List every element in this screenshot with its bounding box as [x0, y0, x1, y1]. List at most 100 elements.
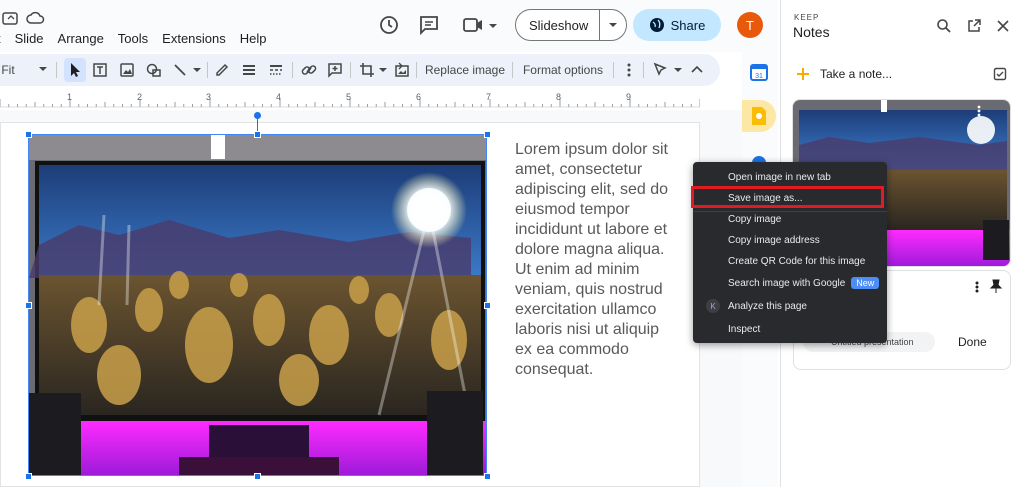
menu-bar: t Slide Arrange Tools Extensions Help	[0, 31, 281, 46]
menu-item-copy-image[interactable]: Copy image	[693, 209, 887, 229]
slide-body-text[interactable]: Lorem ipsum dolor sit amet, consectetur …	[515, 140, 680, 380]
desert-tv-image	[29, 135, 486, 475]
calendar-icon[interactable]: 31	[749, 62, 769, 82]
menu-item-create-qr[interactable]: Create QR Code for this image	[693, 251, 887, 271]
video-call-icon[interactable]	[462, 15, 502, 35]
chevron-up-icon[interactable]	[690, 63, 704, 77]
menu-item-slide[interactable]: Slide	[15, 31, 44, 46]
plus-icon	[797, 68, 809, 80]
resize-handle-e[interactable]	[484, 302, 491, 309]
ruler-label: 4	[276, 92, 282, 102]
toolbar-divider	[350, 62, 351, 78]
more-vert-icon[interactable]	[972, 280, 982, 294]
ruler-label: 8	[556, 92, 562, 102]
ruler-label: 7	[486, 92, 492, 102]
menu-item-analyze-page[interactable]: Analyze this page	[693, 296, 887, 316]
ruler-label: 1	[67, 92, 73, 102]
menu-item-tools[interactable]: Tools	[118, 31, 148, 46]
menu-item-search-google[interactable]: Search image with Google New	[693, 273, 887, 293]
reset-image-icon[interactable]	[394, 62, 410, 78]
zoom-select[interactable]: Fit	[0, 54, 18, 86]
new-badge: New	[851, 277, 880, 289]
resize-handle-nw[interactable]	[25, 131, 32, 138]
svg-text:31: 31	[755, 73, 763, 80]
toolbar-divider	[416, 62, 417, 78]
chevron-down-icon[interactable]	[606, 20, 620, 30]
pin-icon[interactable]	[989, 279, 1003, 293]
toolbar-divider	[613, 62, 614, 78]
menu-item-help[interactable]: Help	[240, 31, 267, 46]
resize-handle-s[interactable]	[254, 473, 261, 480]
cursor-icon	[71, 63, 80, 77]
extension-icon: K	[706, 299, 720, 313]
menu-item-copy-image-address[interactable]: Copy image address	[693, 230, 887, 250]
cloud-status-icon[interactable]	[26, 10, 46, 28]
ruler-label: 9	[626, 92, 632, 102]
more-vert-icon[interactable]	[973, 104, 985, 118]
share-button[interactable]: Share	[633, 9, 721, 41]
open-in-new-icon[interactable]	[966, 18, 982, 34]
image-icon[interactable]	[119, 62, 135, 78]
analyze-page-label: Analyze this page	[728, 300, 807, 312]
keep-icon	[752, 107, 766, 125]
line-icon[interactable]	[172, 62, 204, 78]
checkbox-icon[interactable]	[993, 67, 1007, 81]
app-header: t Slide Arrange Tools Extensions Help Sl…	[0, 0, 778, 52]
ruler-label: 2	[137, 92, 143, 102]
take-note-label: Take a note...	[820, 67, 893, 81]
ruler-label: 6	[416, 92, 422, 102]
comment-icon[interactable]	[418, 14, 440, 36]
menu-item-arrange[interactable]: Arrange	[58, 31, 104, 46]
slideshow-button[interactable]: Slideshow	[529, 18, 588, 33]
toolbar-divider	[292, 62, 293, 78]
toolbar-divider	[643, 62, 644, 78]
pen-icon[interactable]	[214, 62, 230, 78]
keep-title: Notes	[793, 24, 830, 40]
toolbar-divider	[512, 62, 513, 78]
history-icon[interactable]	[378, 14, 400, 36]
menu-item-open-image[interactable]: Open image in new tab	[693, 167, 887, 187]
pointer-mode-icon[interactable]	[652, 62, 686, 78]
horizontal-ruler: 1 2 3 4 5 6 7 8 9	[0, 90, 700, 108]
search-google-label: Search image with Google	[728, 277, 846, 289]
replace-image-button[interactable]: Replace image	[424, 54, 506, 86]
keep-brand: KEEP	[794, 13, 820, 22]
close-icon[interactable]	[996, 19, 1010, 33]
resize-handle-w[interactable]	[25, 302, 32, 309]
link-icon[interactable]	[301, 62, 317, 78]
toolbar-divider	[56, 62, 57, 78]
keep-active-indicator[interactable]	[742, 100, 776, 132]
textbox-icon[interactable]	[92, 62, 108, 78]
border-weight-icon[interactable]	[241, 62, 257, 78]
zoom-dropdown-icon[interactable]	[38, 66, 48, 74]
slide-image[interactable]	[28, 134, 487, 476]
globe-icon	[649, 18, 664, 32]
done-button[interactable]: Done	[958, 335, 987, 349]
format-options-button[interactable]: Format options	[521, 54, 605, 86]
crop-icon[interactable]	[359, 62, 389, 78]
ruler-label: 5	[346, 92, 352, 102]
ruler-label: 3	[206, 92, 212, 102]
resize-handle-n[interactable]	[254, 131, 261, 138]
rotate-handle[interactable]	[254, 112, 261, 119]
shape-icon[interactable]	[146, 62, 162, 78]
select-tool-button[interactable]	[64, 58, 86, 82]
resize-handle-se[interactable]	[484, 473, 491, 480]
share-label: Share	[670, 17, 706, 33]
menu-partial[interactable]: t	[0, 31, 1, 46]
slideshow-split-button: Slideshow	[515, 9, 627, 41]
resize-handle-ne[interactable]	[484, 131, 491, 138]
more-vert-icon[interactable]	[621, 62, 637, 78]
formatting-toolbar: Fit Replace image Format options	[0, 54, 720, 86]
take-note-bar[interactable]: Take a note...	[793, 58, 1013, 90]
avatar[interactable]: T	[737, 12, 763, 38]
menu-item-extensions[interactable]: Extensions	[162, 31, 226, 46]
resize-handle-sw[interactable]	[25, 473, 32, 480]
highlight-box	[691, 186, 884, 208]
menu-item-inspect[interactable]: Inspect	[693, 319, 887, 339]
border-dash-icon[interactable]	[268, 62, 284, 78]
search-icon[interactable]	[936, 18, 952, 34]
add-comment-icon[interactable]	[327, 62, 343, 78]
toolbar-divider	[207, 62, 208, 78]
slideshow-divider	[599, 10, 600, 40]
